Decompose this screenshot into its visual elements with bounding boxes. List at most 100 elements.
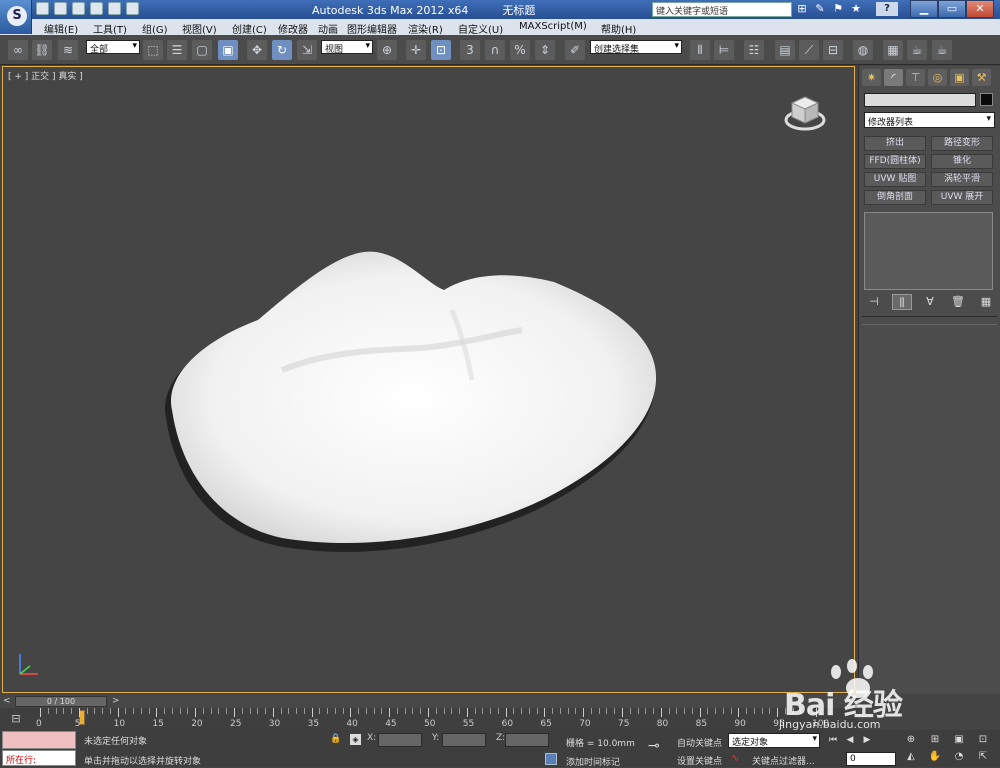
time-next-button[interactable]: > (112, 696, 122, 706)
path-deform-button[interactable]: 路径变形 (931, 136, 993, 151)
display-tab-icon[interactable]: ▣ (950, 69, 969, 86)
quick-access-menu-icon[interactable] (126, 2, 139, 15)
lock-selection-icon[interactable]: 🔒 (330, 734, 341, 744)
window-crossing-icon[interactable]: ▣ (218, 40, 238, 60)
uvw-map-button[interactable]: UVW 贴图 (864, 172, 926, 187)
redo-icon[interactable] (108, 2, 121, 15)
modify-tab-icon[interactable]: ◜ (884, 69, 903, 86)
set-key-button[interactable]: 设置关键点 (677, 754, 722, 767)
app-logo-button[interactable]: S (0, 0, 32, 34)
time-prev-button[interactable]: < (3, 696, 13, 706)
angle-snap-icon[interactable]: ∩ (485, 40, 505, 60)
material-editor-icon[interactable]: ◍ (853, 40, 873, 60)
menu-customize[interactable]: 自定义(U) (458, 21, 503, 36)
menu-edit[interactable]: 编辑(E) (44, 21, 78, 36)
bevel-profile-button[interactable]: 倒角剖面 (864, 190, 926, 205)
key-selection-dropdown[interactable]: 选定对象 (728, 733, 820, 748)
uvw-unwrap-button[interactable]: UVW 展开 (931, 190, 993, 205)
select-manipulate-icon[interactable]: ✛ (406, 40, 426, 60)
spinner-snap-icon[interactable]: ⇕ (535, 40, 555, 60)
maxscript-listener[interactable]: 所在行: (2, 750, 76, 766)
z-coord-field[interactable] (505, 733, 549, 747)
unlink-icon[interactable]: ⛓ (32, 40, 52, 60)
select-scale-icon[interactable]: ⇲ (297, 40, 317, 60)
modifier-stack-list[interactable] (864, 212, 993, 290)
snap-toggle-icon[interactable]: 3 (460, 40, 480, 60)
viewport-label[interactable]: [ + ] 正交 ] 真实 ] (8, 69, 83, 82)
bind-spacewarp-icon[interactable]: ≋ (58, 40, 78, 60)
motion-tab-icon[interactable]: ◎ (928, 69, 947, 86)
make-unique-icon[interactable]: ∀ (920, 294, 940, 310)
goto-start-icon[interactable]: ⏮ (826, 734, 840, 747)
zoom-all-icon[interactable]: ⊞ (924, 733, 946, 746)
orbit-icon[interactable]: ◔ (948, 750, 970, 763)
mini-curve-editor-icon[interactable]: ⊟ (8, 712, 24, 726)
play-icon[interactable]: ▶ (860, 734, 874, 747)
auto-key-button[interactable]: 自动关键点 (677, 736, 722, 749)
create-tab-icon[interactable]: ✷ (862, 69, 881, 86)
menu-animation[interactable]: 动画 (318, 21, 338, 36)
edit-named-sel-icon[interactable]: ✐ (565, 40, 585, 60)
add-time-tag[interactable]: 添加时间标记 (566, 755, 620, 768)
menu-tools[interactable]: 工具(T) (93, 21, 127, 36)
ffd-cylinder-button[interactable]: FFD(圆柱体) (864, 154, 926, 169)
configure-sets-icon[interactable]: ▦ (976, 294, 996, 310)
align-icon[interactable]: ⊨ (714, 40, 734, 60)
rock-mesh-object[interactable] (162, 240, 662, 560)
favorites-star-icon[interactable]: ★ (850, 2, 862, 15)
menu-rendering[interactable]: 渲染(R) (408, 21, 443, 36)
maximize-button[interactable]: ▭ (938, 0, 966, 18)
turbosmooth-button[interactable]: 涡轮平滑 (931, 172, 993, 187)
viewcube-icon[interactable] (784, 93, 826, 135)
zoom-icon[interactable]: ⊕ (900, 733, 922, 746)
menu-modifiers[interactable]: 修改器 (278, 21, 308, 36)
maximize-viewport-icon[interactable]: ⇱ (972, 750, 994, 763)
taper-button[interactable]: 锥化 (931, 154, 993, 169)
remove-modifier-icon[interactable]: 🗑 (948, 294, 968, 310)
prev-frame-icon[interactable]: ◀ (843, 734, 857, 747)
utilities-tab-icon[interactable]: ⚒ (972, 69, 991, 86)
hierarchy-tab-icon[interactable]: ⊤ (906, 69, 925, 86)
time-slider[interactable]: 0 / 100 (15, 696, 107, 707)
zoom-extents-all-icon[interactable]: ⊡ (972, 733, 994, 746)
menu-graph-editors[interactable]: 图形编辑器 (347, 21, 397, 36)
layer-manager-icon[interactable]: ☷ (744, 40, 764, 60)
extrude-button[interactable]: 挤出 (864, 136, 926, 151)
current-frame-field[interactable]: 0 (846, 752, 896, 766)
pin-stack-icon[interactable]: ⊣ (864, 294, 884, 310)
link-icon[interactable]: ∞ (8, 40, 28, 60)
mirror-icon[interactable]: ⫴ (690, 40, 710, 60)
select-rotate-icon[interactable]: ↻ (272, 40, 292, 60)
new-file-icon[interactable] (36, 2, 49, 15)
schematic-view-icon[interactable]: ⊟ (823, 40, 843, 60)
menu-help[interactable]: 帮助(H) (601, 21, 636, 36)
named-selection-dropdown[interactable]: 创建选择集 (590, 40, 682, 55)
modifier-list-dropdown[interactable]: 修改器列表 (864, 112, 995, 128)
minimize-button[interactable]: ▁ (910, 0, 938, 18)
binoculars-icon[interactable]: ⊞ (796, 2, 808, 15)
select-by-name-icon[interactable]: ☰ (167, 40, 187, 60)
object-color-swatch[interactable] (980, 93, 993, 106)
pivot-center-icon[interactable]: ⊕ (377, 40, 397, 60)
track-bar[interactable]: ⊟ 0 5 10 15 20 25 30 35 40 45 50 55 60 65 70 75 80 85 90 95… (0, 708, 858, 730)
object-name-field[interactable] (864, 93, 976, 107)
rendered-frame-icon[interactable]: ☕ (907, 40, 927, 60)
render-setup-icon[interactable]: ▦ (883, 40, 903, 60)
rect-selection-icon[interactable]: ▢ (192, 40, 212, 60)
help-search-input[interactable]: 键入关键字或短语 (652, 2, 792, 17)
close-button[interactable]: ✕ (966, 0, 994, 18)
add-time-tag-icon[interactable] (545, 753, 557, 765)
menu-views[interactable]: 视图(V) (182, 21, 217, 36)
set-key-icon[interactable]: ⊸ (648, 738, 660, 754)
open-file-icon[interactable] (54, 2, 67, 15)
ref-coord-dropdown[interactable]: 视图 (321, 40, 373, 55)
communication-icon[interactable]: ⚑ (832, 2, 844, 15)
render-production-icon[interactable]: ☕ (932, 40, 952, 60)
select-object-icon[interactable]: ⬚ (143, 40, 163, 60)
zoom-extents-icon[interactable]: ▣ (948, 733, 970, 746)
x-coord-field[interactable] (378, 733, 422, 747)
y-coord-field[interactable] (442, 733, 486, 747)
selection-filter-dropdown[interactable]: 全部 (86, 40, 140, 55)
menu-maxscript[interactable]: MAXScript(M) (519, 21, 587, 32)
key-filters-button[interactable]: 关键点过滤器... (752, 754, 815, 767)
